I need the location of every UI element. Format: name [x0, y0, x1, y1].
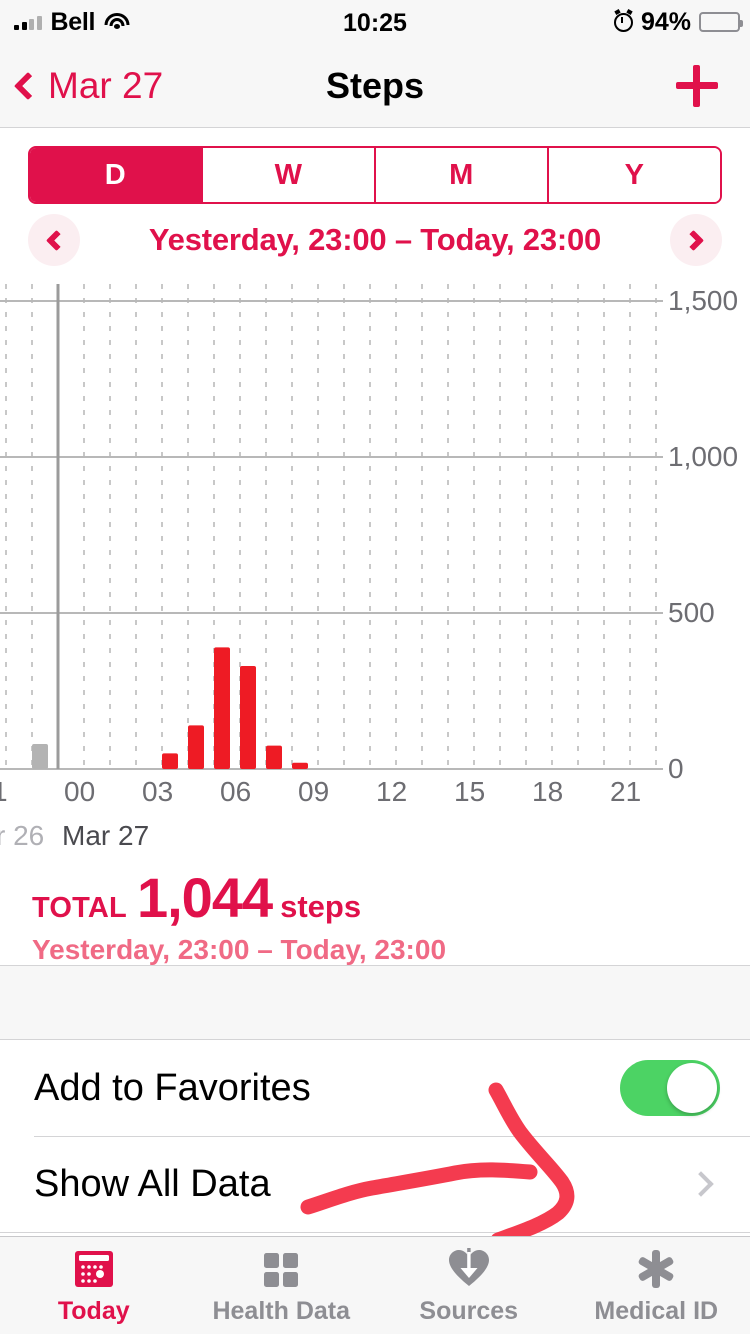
x-axis-tick-label: 1: [0, 776, 8, 808]
tab-label: Health Data: [212, 1296, 351, 1325]
status-bar: Bell 10:25 94%: [0, 0, 750, 44]
y-axis-tick-label: 1,000: [668, 441, 739, 472]
favorites-toggle[interactable]: [620, 1060, 720, 1116]
tab-bar: Today Health Data Sources Medical ID: [0, 1236, 750, 1334]
total-line: TOTAL 1,044 steps: [32, 865, 446, 930]
page-title: Steps: [325, 64, 425, 106]
heart-download-icon: [446, 1246, 492, 1292]
x-axis-tick-label: 21: [610, 776, 642, 807]
y-axis-tick-label: 500: [668, 597, 715, 628]
chart-x-axis: 1 00 03 06 09 12 15 18 21: [0, 776, 750, 818]
steps-chart[interactable]: 05001,0001,500 10003060912151821 r 26Mar…: [0, 284, 750, 851]
navigation-bar: Mar 27 Steps: [0, 44, 750, 128]
x-axis-tick-label: 18: [532, 776, 564, 807]
tab-label: Medical ID: [594, 1296, 719, 1325]
x-axis-tick-label: 15: [454, 776, 486, 807]
segment-year[interactable]: Y: [549, 148, 720, 202]
segment-day[interactable]: D: [30, 148, 203, 202]
grid-squares-icon: [259, 1246, 303, 1292]
next-period-button[interactable]: [670, 214, 722, 266]
add-data-button[interactable]: [676, 64, 718, 107]
tab-today[interactable]: Today: [0, 1237, 188, 1334]
segment-week[interactable]: W: [203, 148, 376, 202]
total-word-label: TOTAL: [32, 892, 127, 924]
segment-month[interactable]: M: [376, 148, 549, 202]
chart-plot-area: [0, 284, 663, 774]
total-unit-label: steps: [280, 889, 362, 924]
x-axis-tick-label: 06: [220, 776, 252, 807]
tab-label: Sources: [419, 1296, 519, 1325]
total-value: 1,044: [136, 866, 273, 929]
x-axis-tick-label: 12: [376, 776, 408, 807]
y-axis-tick-label: 1,500: [668, 285, 739, 316]
total-summary: TOTAL 1,044 steps Yesterday, 23:00 – Tod…: [32, 865, 446, 966]
row-show-all-data[interactable]: Show All Data: [0, 1136, 750, 1232]
tab-health-data[interactable]: Health Data: [188, 1237, 376, 1334]
tab-medical-id[interactable]: Medical ID: [563, 1237, 750, 1334]
chart-y-axis: 0 500 1,000 1,500: [668, 284, 750, 784]
chevron-right-icon: [682, 229, 705, 251]
options-list: Add to Favorites Show All Data: [0, 1040, 750, 1232]
battery-icon: [699, 12, 743, 32]
status-bar-right: 94%: [613, 0, 743, 44]
date-range-navigator: Yesterday, 23:00 – Today, 23:00: [0, 204, 750, 276]
tab-sources[interactable]: Sources: [375, 1237, 563, 1334]
row-label: Show All Data: [34, 1162, 271, 1205]
segmented-control-container: D W M Y: [0, 128, 750, 204]
total-subtitle: Yesterday, 23:00 – Today, 23:00: [32, 934, 447, 965]
chart-svg: [0, 284, 663, 774]
list-bottom-divider: [0, 1232, 750, 1233]
row-add-to-favorites[interactable]: Add to Favorites: [0, 1040, 750, 1136]
asterisk-icon: [634, 1246, 678, 1292]
chevron-right-icon: [688, 1171, 714, 1197]
toggle-knob: [667, 1063, 717, 1113]
chart-day-axis: r 26 Mar 27: [0, 820, 750, 860]
previous-period-button[interactable]: [28, 214, 80, 266]
x-axis-tick-label: 00: [64, 776, 96, 807]
section-separator-band: [0, 965, 750, 1040]
date-range-label: Yesterday, 23:00 – Today, 23:00: [148, 222, 602, 257]
day-axis-label: Mar 27: [62, 820, 150, 851]
day-axis-label: r 26: [0, 820, 45, 851]
battery-percent-label: 94%: [640, 7, 691, 36]
period-segmented-control[interactable]: D W M Y: [28, 146, 722, 204]
x-axis-tick-label: 09: [298, 776, 330, 807]
tab-label: Today: [57, 1296, 130, 1325]
chevron-left-icon: [45, 229, 68, 251]
calendar-icon: [72, 1246, 116, 1292]
alarm-clock-icon: [613, 12, 633, 32]
x-axis-tick-label: 03: [142, 776, 174, 807]
row-label: Add to Favorites: [34, 1066, 311, 1109]
